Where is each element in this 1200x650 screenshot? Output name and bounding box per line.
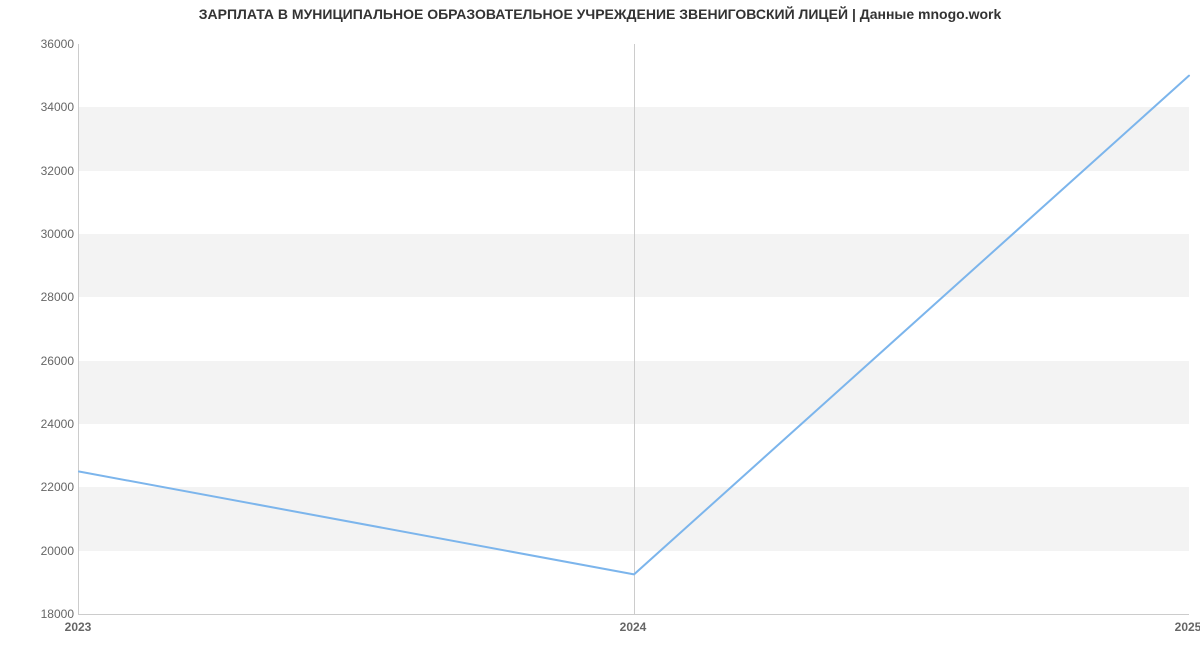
plot-area (78, 44, 1189, 615)
series-path (79, 76, 1189, 575)
x-tick-label: 2025 (1175, 620, 1200, 634)
y-tick-label: 18000 (14, 607, 74, 621)
chart-container: ЗАРПЛАТА В МУНИЦИПАЛЬНОЕ ОБРАЗОВАТЕЛЬНОЕ… (0, 0, 1200, 650)
y-tick-label: 36000 (14, 37, 74, 51)
chart-title: ЗАРПЛАТА В МУНИЦИПАЛЬНОЕ ОБРАЗОВАТЕЛЬНОЕ… (0, 6, 1200, 22)
y-tick-label: 32000 (14, 164, 74, 178)
y-tick-label: 30000 (14, 227, 74, 241)
x-tick-label: 2023 (65, 620, 92, 634)
x-tick-label: 2024 (620, 620, 647, 634)
line-series (79, 44, 1189, 614)
y-tick-label: 22000 (14, 480, 74, 494)
y-tick-label: 28000 (14, 290, 74, 304)
y-tick-label: 34000 (14, 100, 74, 114)
y-tick-label: 20000 (14, 544, 74, 558)
y-tick-label: 24000 (14, 417, 74, 431)
y-tick-label: 26000 (14, 354, 74, 368)
